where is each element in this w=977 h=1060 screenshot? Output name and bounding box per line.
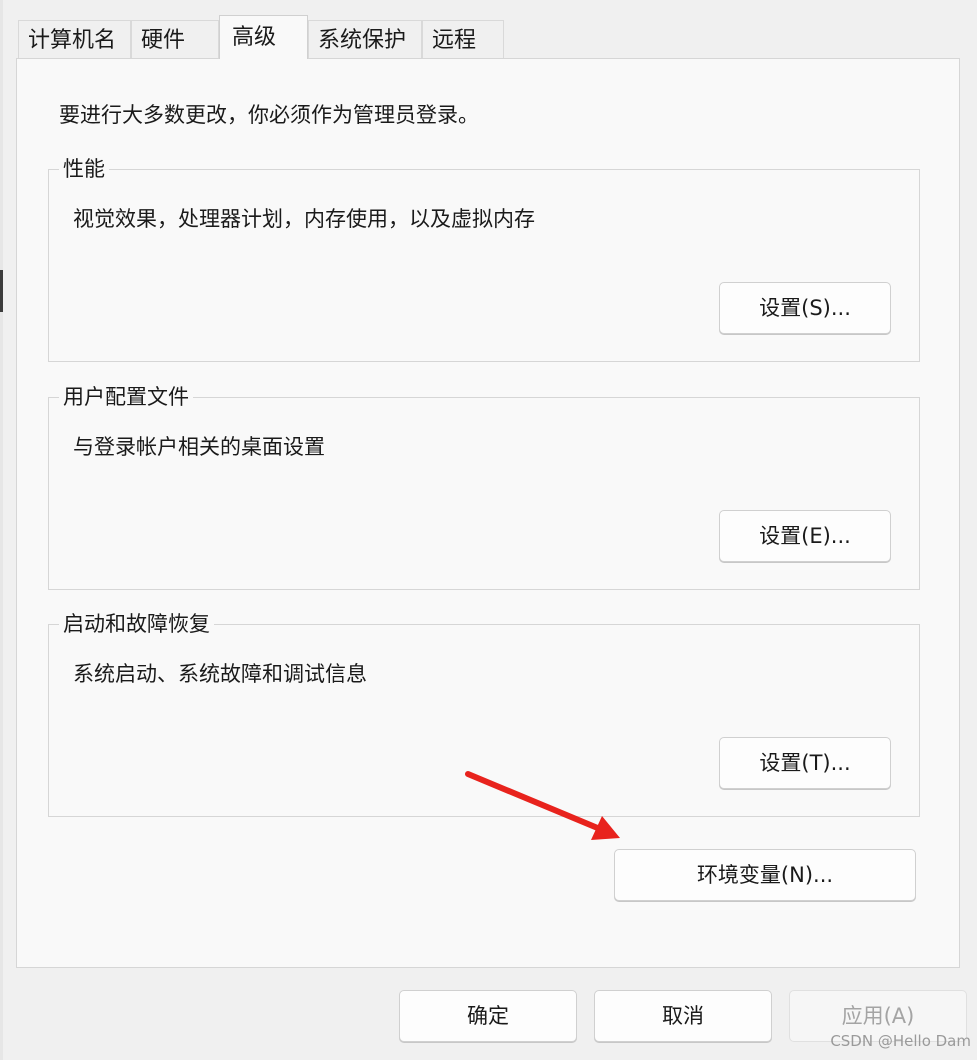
startup-recovery-settings-button[interactable]: 设置(T)... xyxy=(719,737,891,789)
user-profiles-settings-button[interactable]: 设置(E)... xyxy=(719,510,891,562)
resize-handle[interactable] xyxy=(0,270,3,312)
user-profiles-description: 与登录帐户相关的桌面设置 xyxy=(73,435,325,459)
tab-remote[interactable]: 远程 xyxy=(422,20,504,58)
performance-description: 视觉效果，处理器计划，内存使用，以及虚拟内存 xyxy=(73,207,535,231)
tab-advanced[interactable]: 高级 xyxy=(219,15,308,59)
performance-title: 性能 xyxy=(59,155,109,183)
window-left-edge xyxy=(0,0,3,1060)
user-profiles-group: 用户配置文件 与登录帐户相关的桌面设置 设置(E)... xyxy=(48,383,920,590)
tab-computer-name[interactable]: 计算机名 xyxy=(18,20,131,58)
startup-recovery-description: 系统启动、系统故障和调试信息 xyxy=(73,662,367,686)
environment-variables-button[interactable]: 环境变量(N)... xyxy=(614,849,916,901)
tab-system-protection[interactable]: 系统保护 xyxy=(308,20,422,58)
red-arrow-icon xyxy=(465,771,620,840)
performance-group: 性能 视觉效果，处理器计划，内存使用，以及虚拟内存 设置(S)... xyxy=(48,155,920,362)
tab-hardware[interactable]: 硬件 xyxy=(131,20,219,58)
cancel-button[interactable]: 取消 xyxy=(594,990,772,1042)
ok-button[interactable]: 确定 xyxy=(399,990,577,1042)
performance-settings-button[interactable]: 设置(S)... xyxy=(719,282,891,334)
user-profiles-title: 用户配置文件 xyxy=(59,383,193,411)
admin-notice: 要进行大多数更改，你必须作为管理员登录。 xyxy=(59,103,479,127)
startup-recovery-title: 启动和故障恢复 xyxy=(59,610,214,638)
watermark: CSDN @Hello Dam xyxy=(830,1032,971,1050)
